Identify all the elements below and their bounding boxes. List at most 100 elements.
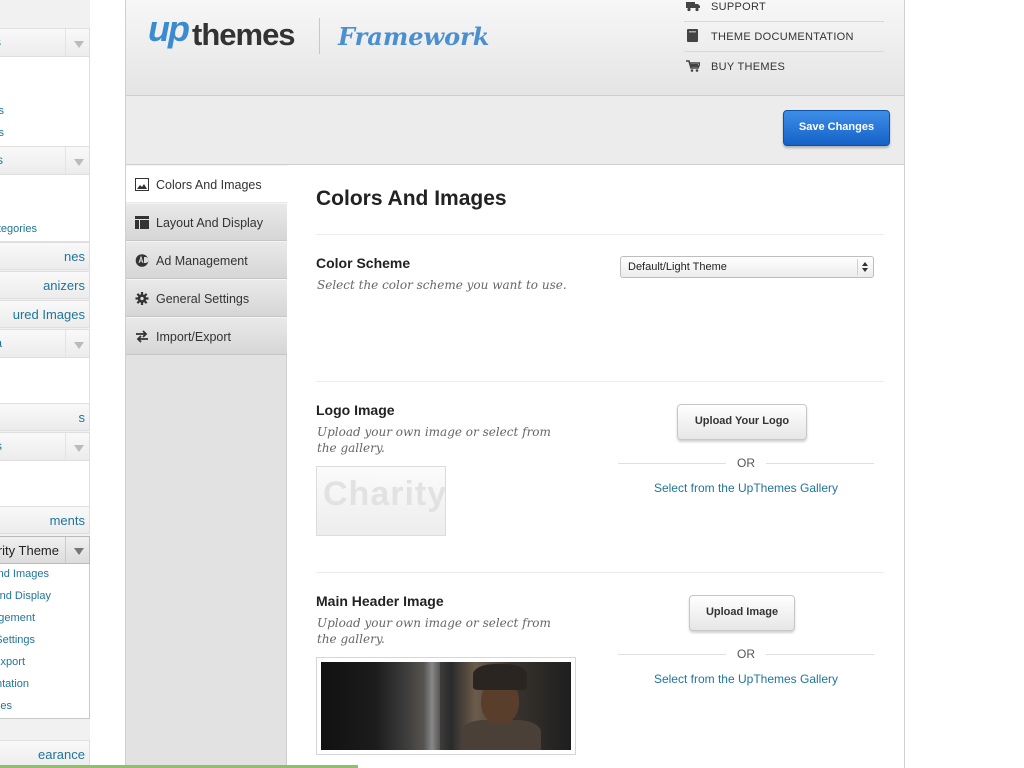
book-icon <box>687 29 698 42</box>
wp-menu-group: s v ies gs <box>0 28 90 150</box>
wp-submenu-item[interactable]: ies <box>0 105 4 117</box>
support-link[interactable]: SUPPORT <box>684 0 884 22</box>
upload-logo-button[interactable]: Upload Your Logo <box>677 404 807 440</box>
wp-menu-item-label: anizers <box>43 278 85 293</box>
logo-image-description: Upload your own image or select from the… <box>317 425 551 455</box>
wp-menu-item-label: earance <box>38 747 85 762</box>
or-label: OR <box>726 456 766 470</box>
chevron-down-icon[interactable] <box>65 330 89 357</box>
select-spinner-icon <box>857 259 871 275</box>
upthemes-framework-panel: up themes Framework SUPPORT THEME DOCUME… <box>125 0 905 768</box>
wp-menu-header-label: ia <box>0 336 2 350</box>
tab-label: General Settings <box>156 292 250 306</box>
wp-submenu-item[interactable]: And Display <box>0 590 51 602</box>
wp-menu-header[interactable]: ia <box>0 330 89 358</box>
page-title: Colors And Images <box>316 187 507 210</box>
options-tabs: Colors And Images Layout And Display Ad … <box>126 165 288 768</box>
wp-menu-item-label: nes <box>64 249 85 264</box>
wp-menu-header[interactable]: ts <box>0 147 89 175</box>
wp-menu-header[interactable]: s <box>0 29 89 57</box>
logo-preview-text: Charity <box>323 475 446 513</box>
wp-current-submenu: And Images And Display agement Settings … <box>0 564 90 719</box>
tab-label: Ad Management <box>156 254 248 268</box>
brand-logo-themes: themes <box>192 17 296 52</box>
wp-menu-current[interactable]: rity Theme <box>0 536 90 564</box>
ad-icon <box>135 254 149 267</box>
swap-icon <box>136 330 148 343</box>
tab-label: Import/Export <box>156 330 232 344</box>
wp-submenu-item[interactable]: mes <box>0 700 12 712</box>
wp-submenu-item[interactable]: Export <box>0 656 25 668</box>
wp-menu-item[interactable]: anizers <box>0 271 90 299</box>
image-icon <box>135 178 149 191</box>
support-link-label: SUPPORT <box>711 1 767 13</box>
chevron-down-icon[interactable] <box>65 29 89 56</box>
save-bar: Save Changes <box>126 96 904 165</box>
color-scheme-description: Select the color scheme you want to use. <box>317 278 567 292</box>
color-scheme-select[interactable]: Default/Light Theme <box>620 256 874 278</box>
or-label: OR <box>726 647 766 661</box>
tab-label: Colors And Images <box>156 178 262 192</box>
theme-documentation-link[interactable]: THEME DOCUMENTATION <box>684 22 884 52</box>
tab-general-settings[interactable]: General Settings <box>126 279 287 317</box>
header-gallery-link[interactable]: Select from the UpThemes Gallery <box>618 672 874 686</box>
chevron-down-icon[interactable] <box>65 433 89 460</box>
logo-gallery-link[interactable]: Select from the UpThemes Gallery <box>618 481 874 495</box>
buy-themes-link-label: BUY THEMES <box>711 61 786 73</box>
save-changes-button[interactable]: Save Changes <box>783 110 890 146</box>
wp-submenu-item[interactable]: And Images <box>0 568 49 580</box>
wp-submenu-item[interactable]: gs <box>0 127 4 139</box>
chevron-down-icon[interactable] <box>65 147 89 174</box>
gear-icon <box>135 292 149 305</box>
wp-menu-header[interactable]: es <box>0 433 89 461</box>
tab-label: Layout And Display <box>156 216 264 230</box>
divider <box>316 381 884 382</box>
wp-menu-header-label: ts <box>0 153 3 167</box>
divider <box>316 234 884 235</box>
wp-menu-header-label: es <box>0 439 2 453</box>
wp-submenu-item[interactable]: Settings <box>0 634 35 646</box>
wp-menu-item-label: ured Images <box>12 307 85 322</box>
truck-icon <box>686 2 700 12</box>
wp-menu-item-label: s <box>78 410 86 425</box>
tab-colors-and-images[interactable]: Colors And Images <box>126 165 288 203</box>
tab-content: Colors And Images Color Scheme Select th… <box>316 165 886 768</box>
header-photo <box>321 662 571 750</box>
header-image-title: Main Header Image <box>316 593 444 609</box>
brand-logo-up: up <box>148 8 190 49</box>
framework-header: up themes Framework SUPPORT THEME DOCUME… <box>126 0 904 96</box>
wp-submenu-item[interactable]: ntation <box>0 678 29 690</box>
header-preview-image <box>316 657 576 755</box>
tab-ad-management[interactable]: Ad Management <box>126 241 287 279</box>
divider <box>316 572 884 573</box>
wp-admin-sidebar: s v ies gs ts v ategories nes anizers ur… <box>0 0 90 768</box>
logo-preview-image: Charity <box>316 466 446 536</box>
wp-submenu-item[interactable]: ategories <box>0 223 37 235</box>
buy-themes-link[interactable]: BUY THEMES <box>684 52 884 82</box>
wp-menu-item[interactable]: earance <box>0 740 90 768</box>
wp-menu-group: es v <box>0 432 90 507</box>
header-image-description: Upload your own image or select from the… <box>317 616 551 646</box>
layout-icon <box>135 216 149 229</box>
tab-layout-and-display[interactable]: Layout And Display <box>126 203 287 241</box>
brand-framework-label: Framework <box>338 22 490 51</box>
color-scheme-title: Color Scheme <box>316 255 411 271</box>
tab-import-export[interactable]: Import/Export <box>126 317 287 355</box>
wp-menu-item-label: ments <box>49 513 85 528</box>
cart-icon <box>686 60 700 72</box>
wp-menu-item[interactable]: ments <box>0 506 90 534</box>
wp-menu-group: ia v <box>0 329 90 404</box>
brand-divider <box>319 18 320 54</box>
wp-submenu-item[interactable]: agement <box>0 612 35 624</box>
wp-menu-item[interactable]: s <box>0 403 90 431</box>
color-scheme-selected-value: Default/Light Theme <box>628 261 727 273</box>
upload-header-image-button[interactable]: Upload Image <box>689 595 795 631</box>
wp-menu-group: ts v ategories <box>0 146 90 242</box>
chevron-down-icon[interactable] <box>65 537 89 563</box>
wp-menu-current-label: rity Theme <box>0 543 59 558</box>
wp-menu-item[interactable]: nes <box>0 242 90 270</box>
wp-menu-header-label: s <box>0 35 1 49</box>
logo-image-title: Logo Image <box>316 402 395 418</box>
theme-documentation-link-label: THEME DOCUMENTATION <box>711 31 854 43</box>
wp-menu-item[interactable]: ured Images <box>0 300 90 328</box>
